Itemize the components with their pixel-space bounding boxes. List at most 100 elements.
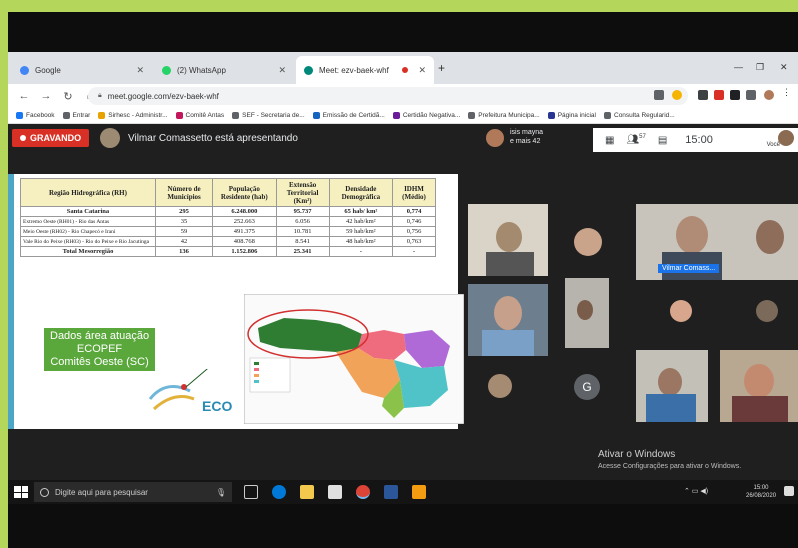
participant-avatar[interactable] xyxy=(670,300,692,322)
bookmark-prefeitura[interactable]: Prefeitura Municipa... xyxy=(468,112,540,119)
minimize-icon[interactable]: — xyxy=(734,62,743,72)
participant-body xyxy=(486,252,534,276)
globe-icon xyxy=(468,112,476,119)
bookmark-comite-antas[interactable]: Comitê Antas xyxy=(175,112,225,119)
table-row: Total Mesorregião 136 1.152.806 25.341 -… xyxy=(20,246,436,257)
url-text: meet.google.com/ezv-baek-whf xyxy=(107,91,219,101)
system-tray[interactable]: ⌃ ▭ ◀︎) xyxy=(684,487,708,495)
window-close-icon[interactable]: ✕ xyxy=(780,62,788,73)
extension-icon[interactable] xyxy=(730,90,740,100)
bookmark-label: Página inicial xyxy=(557,112,596,119)
bookmark-pagina-inicial[interactable]: Página inicial xyxy=(547,112,596,119)
tab-bar: Google ✕ (2) WhatsApp ✕ Meet: ezv-baek-w… xyxy=(8,52,798,84)
bookmark-sef[interactable]: SEF - Secretaria de... xyxy=(232,112,305,119)
page-icon xyxy=(547,112,555,119)
participant-initial-avatar[interactable]: G xyxy=(574,374,600,400)
tab-meet[interactable]: Meet: ezv-baek-whf ✕ xyxy=(296,56,434,84)
microphone-icon[interactable]: 🎙︎ xyxy=(216,488,226,497)
others-label: isis mayna e mais 42 xyxy=(510,128,543,146)
store-icon[interactable] xyxy=(328,485,342,499)
bookmark-consulta[interactable]: Consulta Regularid... xyxy=(604,112,675,119)
bookmark-sirhesc[interactable]: Sirhesc - Administr... xyxy=(98,112,168,119)
bookmark-facebook[interactable]: Facebook xyxy=(16,112,55,119)
table-cell: 35 xyxy=(154,216,214,227)
participant-body xyxy=(482,330,534,356)
bookmark-label: Comitê Antas xyxy=(185,112,225,119)
whatsapp-icon xyxy=(162,65,171,75)
layout-icon[interactable]: ▦ xyxy=(605,135,614,146)
santa-catarina-map xyxy=(244,294,464,424)
extension-icon[interactable] xyxy=(698,90,708,100)
close-icon[interactable]: ✕ xyxy=(136,65,144,76)
menu-icon[interactable]: ⋮ xyxy=(782,87,792,97)
presenter-tile[interactable]: Vilmar Comass... xyxy=(636,204,798,280)
participant-face xyxy=(494,296,522,330)
profile-avatar[interactable] xyxy=(764,90,774,100)
bookmark-label: SEF - Secretaria de... xyxy=(242,112,305,119)
you-avatar[interactable] xyxy=(778,130,794,146)
file-explorer-icon[interactable] xyxy=(300,485,314,499)
taskbar-clock[interactable]: 15:00 26/08/2020 xyxy=(746,484,776,500)
camera-icon[interactable] xyxy=(654,90,664,100)
participant-tile[interactable] xyxy=(720,350,798,422)
tab-whatsapp[interactable]: (2) WhatsApp ✕ xyxy=(154,56,294,84)
address-bar[interactable]: 🔒︎ meet.google.com/ezv-baek-whf xyxy=(88,87,688,105)
participant-face xyxy=(744,364,774,398)
bookmark-emissao[interactable]: Emissão de Certidã... xyxy=(312,112,385,119)
chat-icon[interactable]: ▤ xyxy=(658,135,667,146)
bookmark-label: Entrar xyxy=(72,112,91,119)
new-tab-button[interactable]: + xyxy=(438,61,445,75)
bookmark-entrar[interactable]: Entrar xyxy=(62,112,91,119)
participant-tile[interactable] xyxy=(468,204,548,276)
word-icon[interactable] xyxy=(384,485,398,499)
edge-icon[interactable] xyxy=(272,485,286,499)
puzzle-icon[interactable] xyxy=(746,90,756,100)
chrome-icon[interactable] xyxy=(356,485,370,499)
table-row: Meio Oeste (RH02) - Rio Chapecó e Irani … xyxy=(20,226,436,237)
extension-icon[interactable] xyxy=(714,90,724,100)
table-cell: 491.375 xyxy=(212,226,277,237)
participant-avatar[interactable] xyxy=(488,374,512,398)
participant-tile[interactable] xyxy=(468,284,548,356)
taskbar-search[interactable]: Digite aqui para pesquisar 🎙︎ xyxy=(34,482,232,502)
app-icon[interactable] xyxy=(412,485,426,499)
recording-badge: GRAVANDO xyxy=(12,129,90,147)
certificate-icon xyxy=(392,112,400,119)
participant-avatar[interactable] xyxy=(574,228,602,256)
participant-tile[interactable] xyxy=(565,278,609,348)
notification-icon[interactable] xyxy=(784,486,794,496)
people-icon[interactable]: 👥︎57 xyxy=(626,134,645,145)
close-icon[interactable]: ✕ xyxy=(418,65,426,76)
presenting-text: Vilmar Comassetto está apresentando xyxy=(128,133,298,144)
header-cell: Número de Municípios xyxy=(154,178,214,207)
bookmark-label: Sirhesc - Administr... xyxy=(108,112,168,119)
table-cell: 136 xyxy=(154,246,214,257)
you-label: Você xyxy=(766,142,780,148)
recording-dot-icon xyxy=(402,67,408,73)
meet-clock: 15:00 xyxy=(685,134,713,146)
star-icon[interactable] xyxy=(672,90,682,100)
header-cell: Região Hidrográfica (RH) xyxy=(20,178,156,207)
participant-avatar xyxy=(486,129,504,147)
table-cell: 65 hab/ km² xyxy=(328,206,394,217)
close-icon[interactable]: ✕ xyxy=(278,65,286,76)
reload-icon[interactable]: ↻ xyxy=(62,90,74,103)
windows-start-icon[interactable] xyxy=(14,486,28,498)
table-row: Vale Rio do Peixe (RH03) - Rio do Peixe … xyxy=(20,236,436,247)
table-cell: - xyxy=(392,246,436,257)
tab-google[interactable]: Google ✕ xyxy=(12,56,152,84)
bookmark-label: Consulta Regularid... xyxy=(614,112,675,119)
browser-toolbar: ← → ↻ ⌂ 🔒︎ meet.google.com/ezv-baek-whf … xyxy=(8,84,798,108)
tab-label: Meet: ezv-baek-whf xyxy=(319,65,389,75)
participant-tile[interactable] xyxy=(636,350,708,422)
bookmark-certidao[interactable]: Certidão Negativa... xyxy=(392,112,460,119)
maximize-icon[interactable]: ❐ xyxy=(756,62,764,73)
clock-time: 15:00 xyxy=(753,485,769,491)
task-view-icon[interactable] xyxy=(244,485,258,499)
back-icon[interactable]: ← xyxy=(18,90,30,102)
sirhesc-icon xyxy=(98,112,106,119)
table-cell: 408.768 xyxy=(212,236,277,247)
table-cell: 1.152.806 xyxy=(212,246,277,257)
forward-icon[interactable]: → xyxy=(40,90,52,102)
participant-avatar[interactable] xyxy=(756,300,778,322)
